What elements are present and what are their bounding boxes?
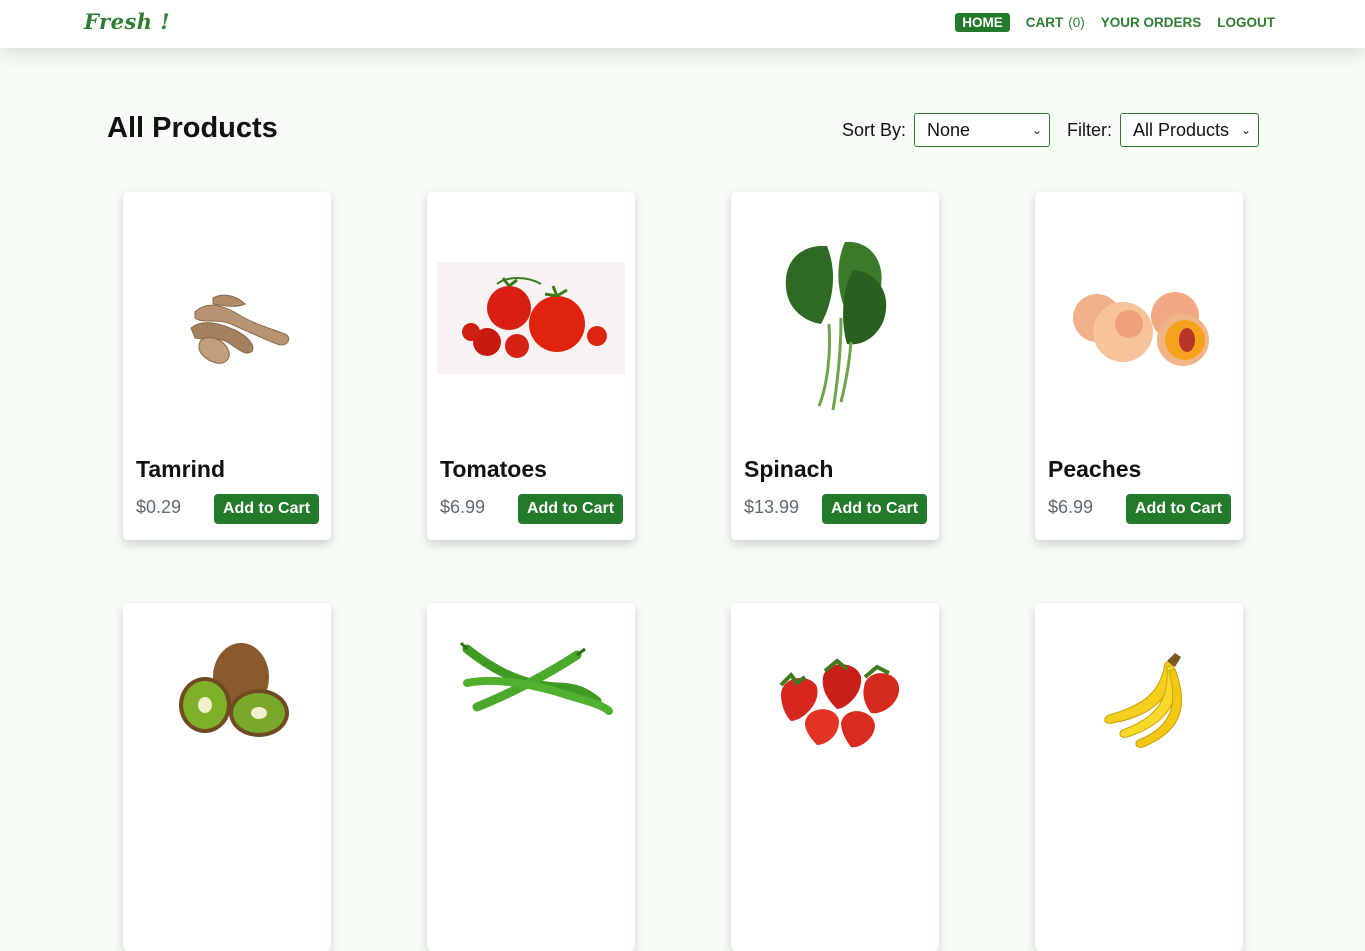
nav-cart-label: CART [1025,15,1064,30]
cart-count-badge: (0) [1068,15,1085,30]
product-card-tamarind: Tamrind $0.29 Add to Cart [123,192,331,540]
product-card-peaches: Peaches $6.99 Add to Cart [1035,192,1243,540]
nav-links: HOME CART (0) YOUR ORDERS LOGOUT [939,13,1275,32]
peaches-icon [1045,206,1233,426]
filter-label: Filter: [1067,119,1112,140]
spinach-icon [741,206,929,426]
kiwi-icon [133,625,321,765]
nav-home-link[interactable]: HOME [955,13,1010,32]
add-to-cart-button[interactable]: Add to Cart [822,494,927,524]
product-price: $0.29 [136,497,182,517]
strawberries-icon [741,625,929,765]
add-to-cart-button[interactable]: Add to Cart [214,494,319,524]
sort-select[interactable]: None ⌄ [914,113,1050,147]
nav-logout-link[interactable]: LOGOUT [1217,15,1275,30]
sort-label: Sort By: [841,119,906,140]
product-name: Spinach [744,456,834,482]
product-price: $13.99 [744,497,800,517]
add-to-cart-button[interactable]: Add to Cart [518,494,623,524]
navbar: Fresh ! HOME CART (0) YOUR ORDERS LOGOUT [0,0,1365,48]
sort-filter-controls: Sort By: None ⌄ Filter: All Products ⌄ [842,113,1259,147]
filter-select-value: All Products [1133,119,1230,140]
page-title: All Products [107,112,278,144]
sort-select-value: None [927,119,971,140]
tomatoes-icon [437,206,625,426]
green-chili-icon [437,625,625,765]
chevron-down-icon: ⌄ [1240,123,1251,137]
product-card-chili [427,603,635,951]
product-card-bananas [1035,603,1243,951]
logo[interactable]: Fresh ! [84,9,170,34]
product-name: Tomatoes [440,456,547,482]
product-card-spinach: Spinach $13.99 Add to Cart [731,192,939,540]
product-card-strawberries [731,603,939,951]
product-price: $6.99 [440,497,486,517]
product-name: Peaches [1048,456,1142,482]
product-price: $6.99 [1048,497,1094,517]
chevron-down-icon: ⌄ [1031,123,1042,137]
bananas-icon [1045,625,1233,765]
nav-orders-link[interactable]: YOUR ORDERS [1101,15,1202,30]
filter-select[interactable]: All Products ⌄ [1120,113,1259,147]
nav-cart-link[interactable]: CART (0) [1026,15,1085,30]
add-to-cart-button[interactable]: Add to Cart [1126,494,1231,524]
tamarind-icon [133,206,321,426]
product-name: Tamrind [136,456,226,482]
product-card-tomatoes: Tomatoes $6.99 Add to Cart [427,192,635,540]
product-card-kiwi [123,603,331,951]
